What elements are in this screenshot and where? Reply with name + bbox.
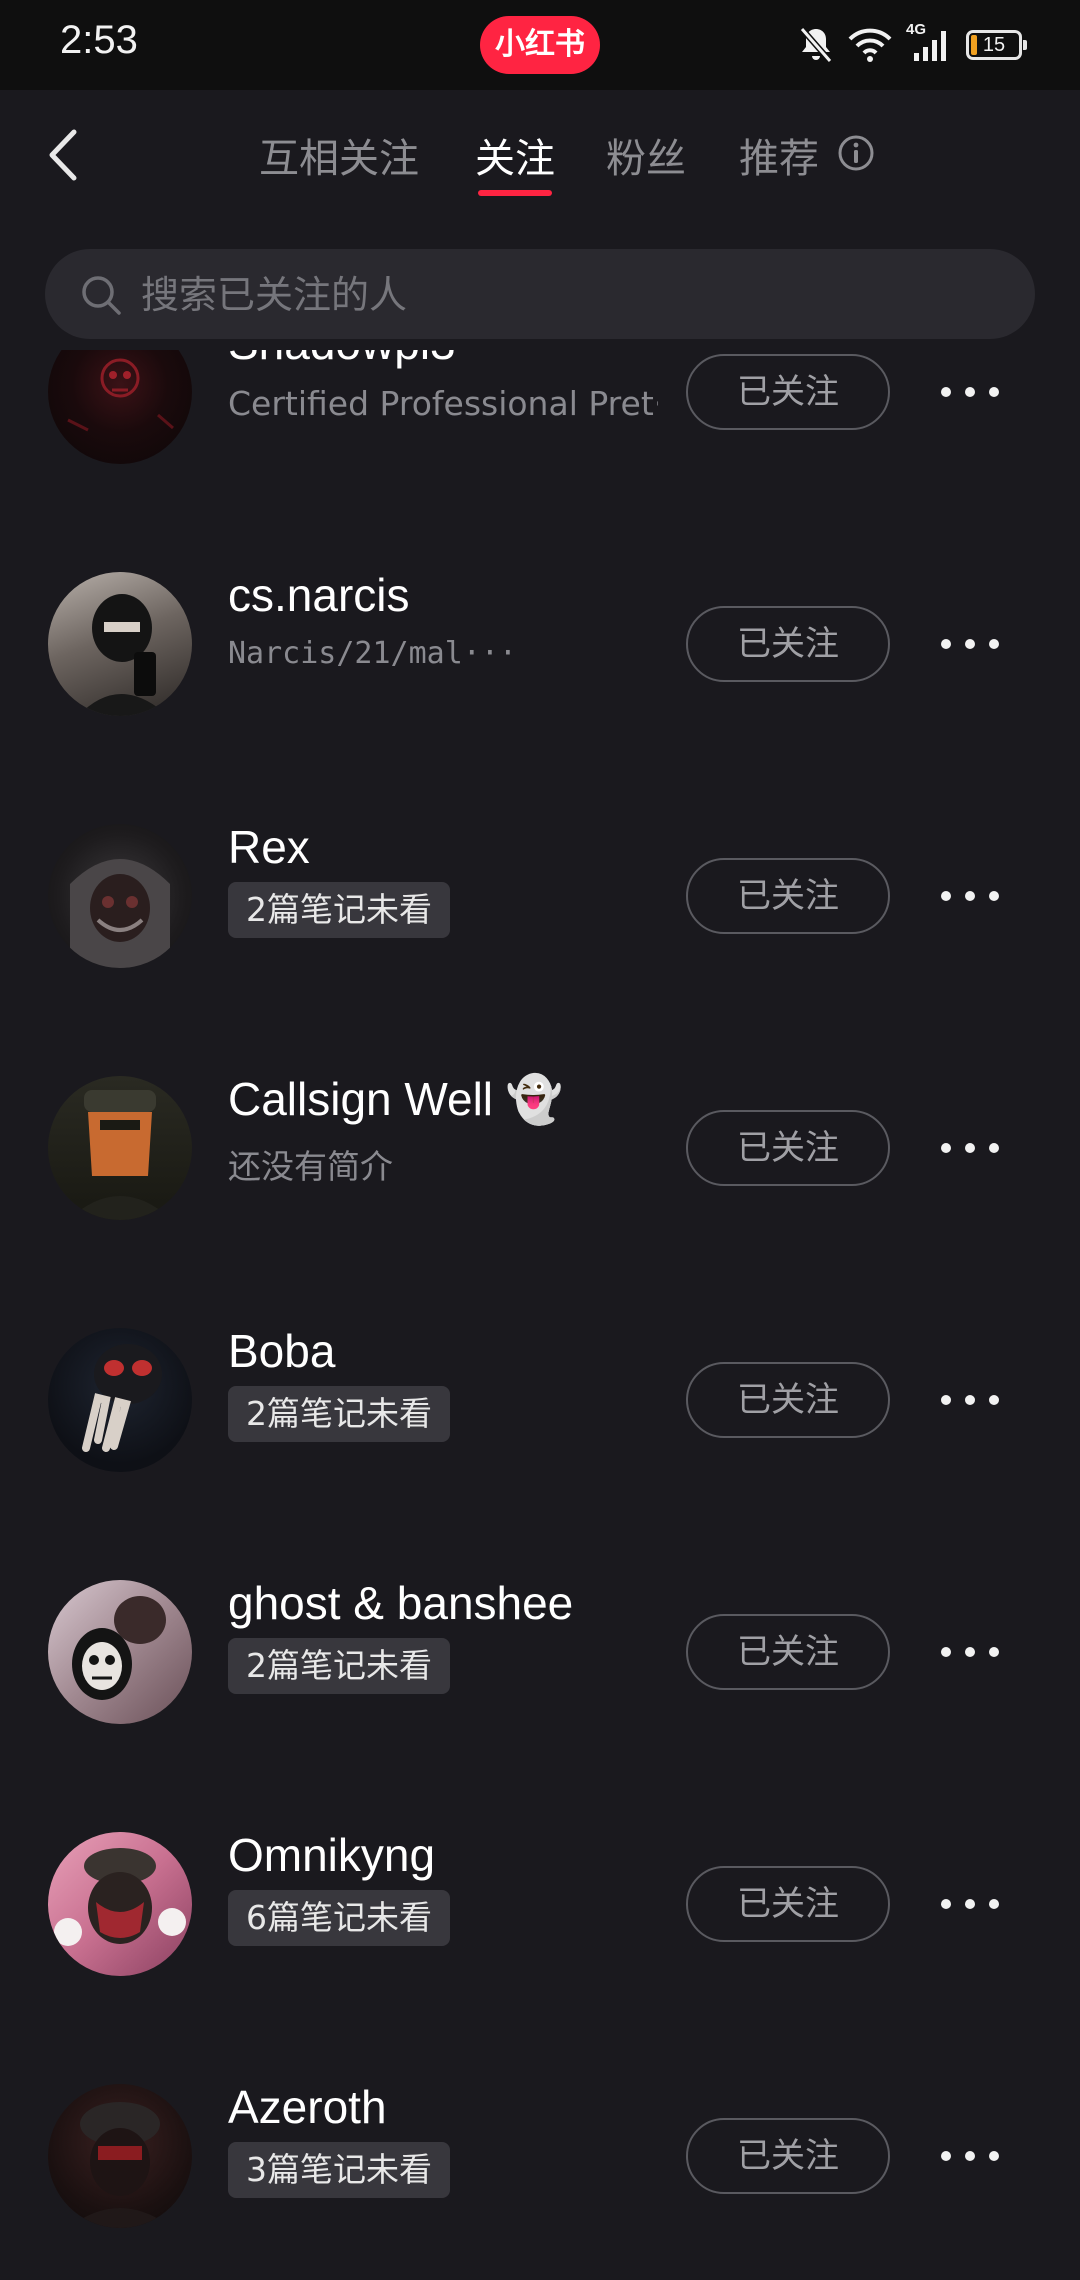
top-nav: 互相关注 关注 粉丝 推荐 <box>0 90 1080 220</box>
more-options-icon[interactable] <box>930 618 1010 670</box>
search-icon <box>82 276 121 315</box>
following-button[interactable]: 已关注 <box>686 1866 890 1942</box>
avatar[interactable] <box>48 1832 192 1976</box>
following-button[interactable]: 已关注 <box>686 858 890 934</box>
avatar[interactable] <box>48 1076 192 1220</box>
tab-fans[interactable]: 粉丝 <box>606 126 686 184</box>
search-input[interactable] <box>139 249 1003 341</box>
user-name[interactable]: cs.narcis <box>228 568 409 622</box>
more-options-icon[interactable] <box>930 1878 1010 1930</box>
following-button[interactable]: 已关注 <box>686 606 890 682</box>
user-name[interactable]: Omnikyng <box>228 1828 435 1882</box>
avatar[interactable] <box>48 824 192 968</box>
list-item[interactable]: ghost & banshee 2篇笔记未看 已关注 <box>0 1540 1080 1724</box>
list-item[interactable]: Azeroth 3篇笔记未看 已关注 <box>0 2044 1080 2228</box>
user-name[interactable]: Shadowpi3 <box>228 350 456 370</box>
active-tab-indicator <box>478 190 552 196</box>
user-name[interactable]: Azeroth <box>228 2080 387 2134</box>
user-bio: Certified Professional Pret··· <box>228 384 658 423</box>
tab-bar: 互相关注 关注 粉丝 推荐 <box>0 90 1080 220</box>
more-options-icon[interactable] <box>930 366 1010 418</box>
avatar[interactable] <box>48 2084 192 2228</box>
more-options-icon[interactable] <box>930 870 1010 922</box>
unread-notes-badge: 2篇笔记未看 <box>228 1386 450 1442</box>
user-name[interactable]: Callsign Well 👻 <box>228 1072 563 1127</box>
battery-icon: 15 <box>966 30 1027 60</box>
more-options-icon[interactable] <box>930 2130 1010 2182</box>
status-bar: 2:53 小红书 4G 15 <box>0 0 1080 90</box>
list-item[interactable]: Boba 2篇笔记未看 已关注 <box>0 1288 1080 1472</box>
list-item[interactable]: cs.narcis Narcis/21/mal··· 已关注 <box>0 532 1080 716</box>
list-item[interactable]: Shadowpi3 Certified Professional Pret···… <box>0 350 1080 464</box>
user-name[interactable]: Boba <box>228 1324 335 1378</box>
avatar[interactable] <box>48 1580 192 1724</box>
app-badge: 小红书 <box>480 16 600 74</box>
avatar[interactable] <box>48 1328 192 1472</box>
wifi-icon <box>848 28 892 62</box>
battery-level: 15 <box>982 34 1006 56</box>
user-bio: Narcis/21/mal··· <box>228 636 517 671</box>
unread-notes-badge: 2篇笔记未看 <box>228 1638 450 1694</box>
list-item[interactable]: Rex 2篇笔记未看 已关注 <box>0 784 1080 968</box>
following-list: Shadowpi3 Certified Professional Pret···… <box>0 350 1080 2280</box>
list-item[interactable]: Omnikyng 6篇笔记未看 已关注 <box>0 1792 1080 1976</box>
more-options-icon[interactable] <box>930 1122 1010 1174</box>
unread-notes-badge: 6篇笔记未看 <box>228 1890 450 1946</box>
status-icons: 4G 15 <box>798 21 1027 68</box>
cell-signal-icon: 4G <box>906 21 952 63</box>
tab-following[interactable]: 关注 <box>475 126 555 184</box>
following-button[interactable]: 已关注 <box>686 354 890 430</box>
info-icon[interactable] <box>837 134 875 172</box>
tab-mutual-follow[interactable]: 互相关注 <box>259 126 419 184</box>
mute-bell-icon <box>799 27 833 63</box>
unread-notes-badge: 3篇笔记未看 <box>228 2142 450 2198</box>
more-options-icon[interactable] <box>930 1626 1010 1678</box>
search-bar[interactable] <box>45 249 1035 341</box>
user-name[interactable]: ghost & banshee <box>228 1576 573 1630</box>
user-name[interactable]: Rex <box>228 820 310 874</box>
status-time: 2:53 <box>60 18 138 62</box>
tab-recommended[interactable]: 推荐 <box>739 126 819 184</box>
more-options-icon[interactable] <box>930 1374 1010 1426</box>
avatar[interactable] <box>48 350 192 464</box>
following-button[interactable]: 已关注 <box>686 1110 890 1186</box>
unread-notes-badge: 2篇笔记未看 <box>228 882 450 938</box>
following-button[interactable]: 已关注 <box>686 2118 890 2194</box>
following-button[interactable]: 已关注 <box>686 1362 890 1438</box>
list-item[interactable]: Callsign Well 👻 还没有简介 已关注 <box>0 1036 1080 1220</box>
following-button[interactable]: 已关注 <box>686 1614 890 1690</box>
avatar[interactable] <box>48 572 192 716</box>
user-bio: 还没有简介 <box>228 1147 393 1186</box>
